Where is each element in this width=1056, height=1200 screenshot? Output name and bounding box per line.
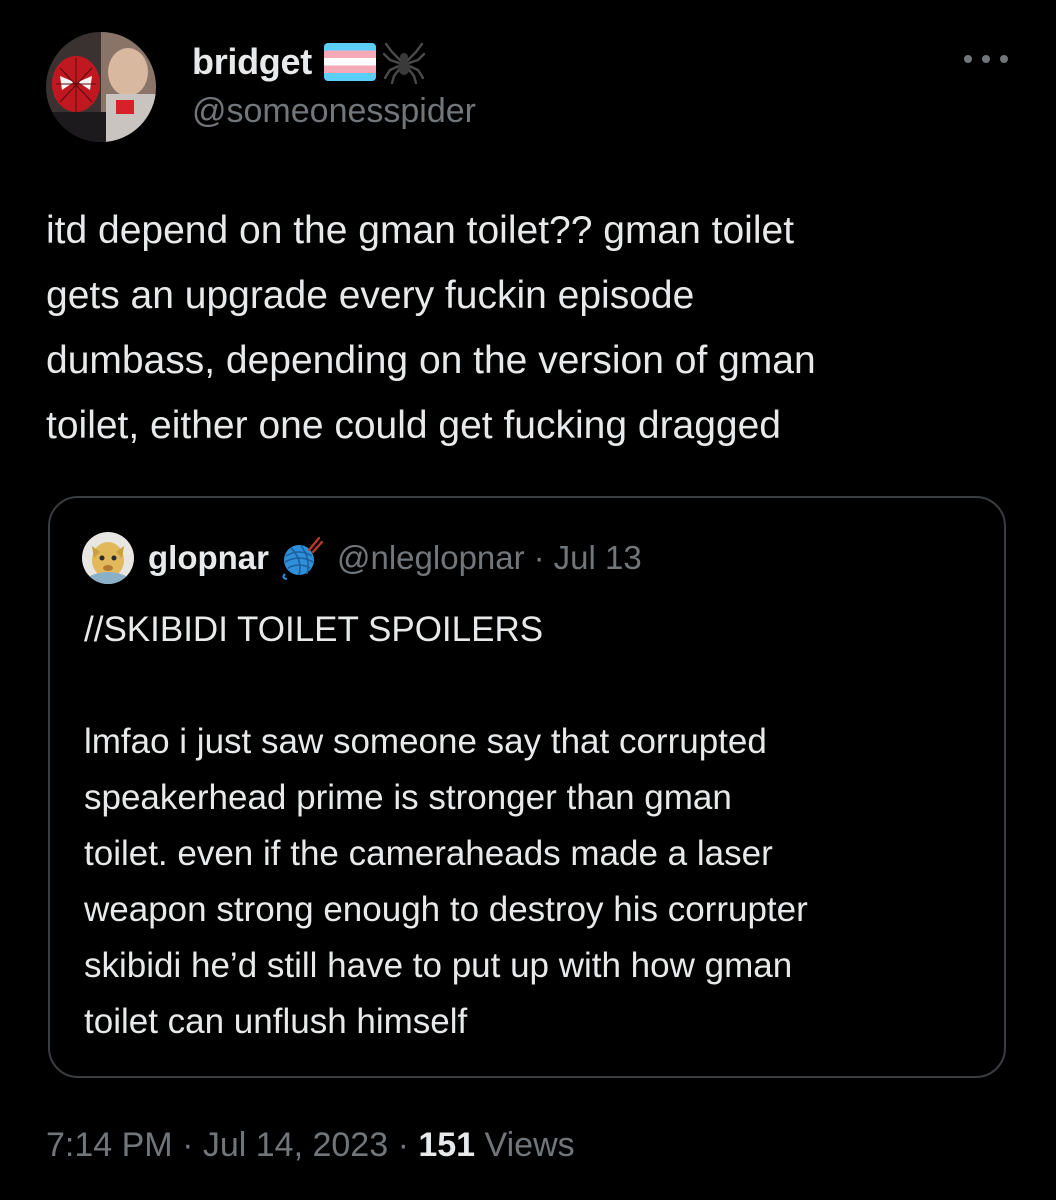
quoted-author-handle[interactable]: @nleglopnar xyxy=(337,539,525,577)
quoted-text-line: speakerhead prime is stronger than gman xyxy=(84,778,732,817)
tweet-meta: 7:14 PM · Jul 14, 2023 · 151 Views xyxy=(46,1126,575,1165)
tweet: bridget @someonesspider itd depend on th… xyxy=(0,0,1056,1200)
author-avatar-image xyxy=(46,32,156,142)
author-handle[interactable]: @someonesspider xyxy=(192,92,476,131)
quoted-text-line: skibidi he’d still have to put up with h… xyxy=(84,946,793,985)
tweet-text-line: gets an upgrade every fuckin episode xyxy=(46,274,695,317)
tweet-date[interactable]: Jul 14, 2023 xyxy=(203,1126,388,1164)
quoted-text-line: toilet. even if the cameraheads made a l… xyxy=(84,834,773,873)
views-label: Views xyxy=(484,1126,575,1164)
spider-icon xyxy=(382,40,426,85)
meta-separator: · xyxy=(397,1126,409,1164)
quoted-author-name[interactable]: glopnar xyxy=(148,539,269,577)
author-name-row: bridget xyxy=(192,38,426,86)
quoted-avatar-image xyxy=(82,532,134,584)
quoted-tweet-card[interactable]: glopnar @nleglopnar · Jul 13 //SKIBIDI T… xyxy=(48,496,1006,1078)
quoted-tweet-text: //SKIBIDI TOILET SPOILERS lmfao i just s… xyxy=(84,602,984,1050)
quoted-text-line: weapon strong enough to destroy his corr… xyxy=(84,890,808,929)
tweet-text: itd depend on the gman toilet?? gman toi… xyxy=(46,198,1026,458)
author-avatar[interactable] xyxy=(46,32,156,142)
tweet-time[interactable]: 7:14 PM xyxy=(46,1126,173,1164)
meta-separator: · xyxy=(182,1126,194,1164)
quoted-tweet-header: glopnar @nleglopnar · Jul 13 xyxy=(82,532,642,584)
tweet-text-line: itd depend on the gman toilet?? gman toi… xyxy=(46,209,795,252)
more-dots-icon xyxy=(964,55,1008,63)
quoted-text-line: lmfao i just saw someone say that corrup… xyxy=(84,722,767,761)
author-name[interactable]: bridget xyxy=(192,41,312,83)
more-options-button[interactable] xyxy=(956,44,1016,74)
quoted-text-line: toilet can unflush himself xyxy=(84,1002,468,1041)
yarn-ball-icon xyxy=(279,536,324,580)
views-count: 151 xyxy=(418,1126,476,1164)
quoted-date[interactable]: Jul 13 xyxy=(554,539,642,577)
tweet-text-line: dumbass, depending on the version of gma… xyxy=(46,339,816,382)
tweet-text-line: toilet, either one could get fucking dra… xyxy=(46,404,782,447)
quoted-heading: //SKIBIDI TOILET SPOILERS xyxy=(84,610,544,649)
quoted-separator: · xyxy=(533,539,545,576)
transgender-flag-icon xyxy=(323,43,376,81)
quoted-author-avatar[interactable] xyxy=(82,532,134,584)
